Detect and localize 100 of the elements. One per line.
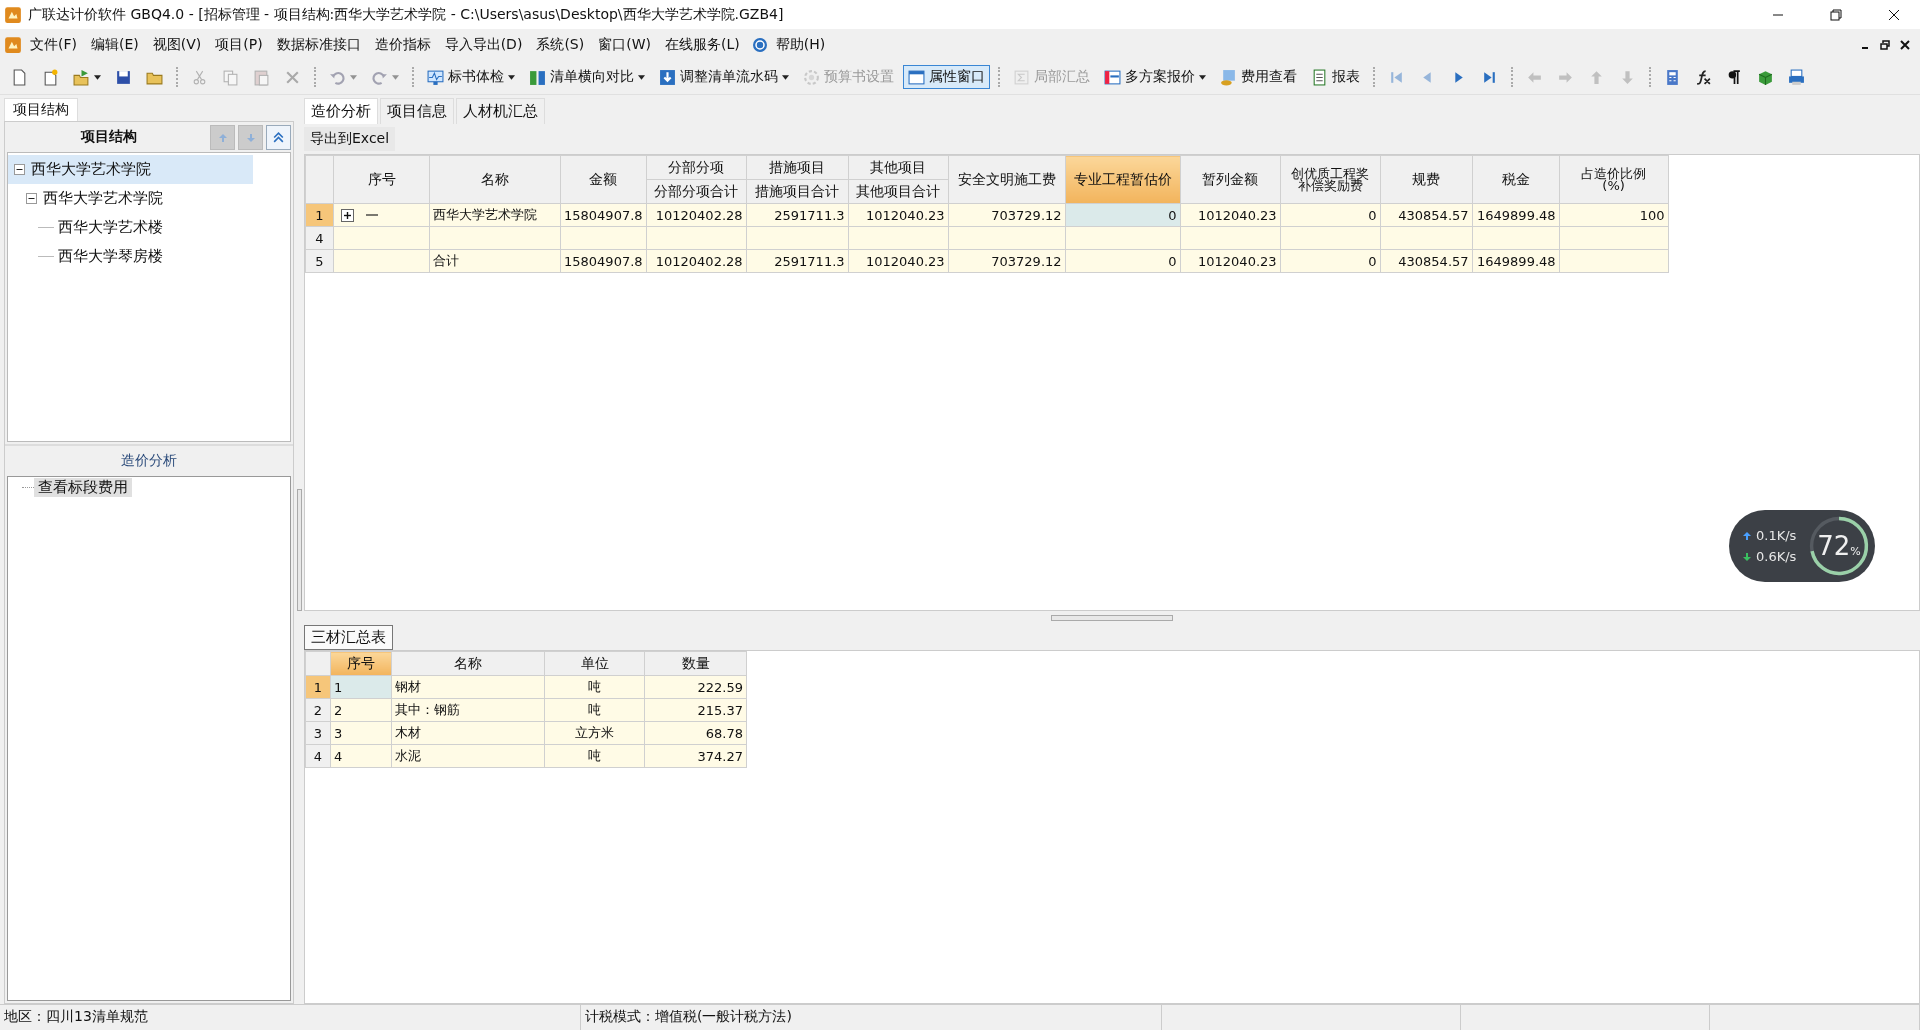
double-chevron-up-icon bbox=[272, 131, 285, 144]
menu-item[interactable]: 系统(S) bbox=[530, 35, 591, 54]
column-group-header: 措施项目 bbox=[746, 155, 849, 180]
column-header[interactable]: 占造价比例(%) bbox=[1559, 155, 1669, 204]
upload-arrow-icon bbox=[1743, 531, 1751, 540]
app-logo-icon bbox=[4, 5, 22, 24]
column-header[interactable]: 数量 bbox=[644, 651, 747, 676]
column-header[interactable]: 序号 bbox=[333, 155, 430, 204]
tree-item[interactable]: 西华大学琴房楼 bbox=[8, 242, 253, 271]
columns-icon bbox=[529, 68, 546, 86]
row-number[interactable]: 4 bbox=[305, 744, 331, 768]
menu-item[interactable]: 导入导出(D) bbox=[438, 35, 529, 54]
tree-item[interactable]: 西华大学艺术学院 bbox=[8, 155, 253, 184]
column-header[interactable]: 名称 bbox=[429, 155, 561, 204]
up-arrow-icon bbox=[217, 132, 228, 143]
open-folder-icon bbox=[73, 68, 90, 86]
column-header[interactable]: 措施项目合计 bbox=[746, 179, 849, 204]
table-cell: 木材 bbox=[391, 721, 545, 745]
toolbar-button[interactable]: 清单横向对比 bbox=[524, 65, 650, 89]
collapse-button[interactable] bbox=[266, 125, 291, 150]
restore-icon[interactable] bbox=[1830, 8, 1842, 21]
tab[interactable]: 人材机汇总 bbox=[456, 98, 545, 124]
function-icon bbox=[1695, 68, 1712, 86]
calculator-icon bbox=[1664, 68, 1681, 86]
tree-item[interactable]: 查看标段费用 bbox=[34, 478, 132, 497]
menu-item[interactable]: 造价指标 bbox=[368, 35, 437, 54]
column-header[interactable]: 序号 bbox=[330, 651, 392, 676]
menu-item[interactable]: 窗口(W) bbox=[592, 35, 657, 54]
tab[interactable]: 三材汇总表 bbox=[304, 625, 393, 650]
toolbar-button[interactable]: 费用查看 bbox=[1215, 65, 1302, 89]
download-icon bbox=[659, 68, 676, 86]
tree-item[interactable]: 西华大学艺术学院 bbox=[8, 184, 253, 213]
column-header[interactable]: 专业工程暂估价 bbox=[1065, 155, 1181, 204]
status-text: 计税模式：增值税(一般计税方法) bbox=[581, 1005, 1162, 1030]
report-icon bbox=[1311, 68, 1328, 86]
table-cell: 703729.12 bbox=[948, 249, 1066, 273]
upload-speed: 0.1K/s bbox=[1756, 528, 1797, 543]
panel-tab[interactable]: 项目结构 bbox=[4, 98, 78, 121]
menu-item[interactable]: 在线服务(L) bbox=[658, 35, 746, 54]
panel-title: 造价分析 bbox=[121, 452, 177, 470]
table-cell: 钢材 bbox=[391, 675, 545, 699]
menu-item[interactable]: 项目(P) bbox=[209, 35, 269, 54]
dropdown-caret-icon bbox=[508, 74, 515, 80]
panel-title: 项目结构 bbox=[81, 128, 137, 146]
column-header[interactable]: 安全文明施工费 bbox=[948, 155, 1066, 204]
close-icon[interactable] bbox=[1888, 8, 1900, 21]
menu-item[interactable]: 视图(V) bbox=[146, 35, 208, 54]
row-number[interactable]: 1 bbox=[305, 203, 334, 227]
row-number[interactable]: 5 bbox=[305, 249, 334, 273]
column-header[interactable]: 名称 bbox=[391, 651, 545, 676]
tab[interactable]: 项目信息 bbox=[380, 98, 454, 124]
dropdown-caret-icon bbox=[638, 74, 645, 80]
paragraph-icon bbox=[1726, 68, 1743, 86]
tab[interactable]: 造价分析 bbox=[304, 98, 378, 124]
printer-icon bbox=[1788, 68, 1805, 86]
toolbar-button[interactable]: 属性窗口 bbox=[903, 65, 990, 89]
column-header[interactable]: 创优质工程奖补偿奖励费 bbox=[1280, 155, 1381, 204]
collapse-toggle[interactable] bbox=[14, 164, 25, 175]
menu-item[interactable]: 编辑(E) bbox=[85, 35, 145, 54]
column-header[interactable]: 其他项目合计 bbox=[848, 179, 949, 204]
down-arrow-icon bbox=[245, 132, 256, 143]
new-page-icon bbox=[11, 68, 28, 86]
copy-icon bbox=[222, 68, 239, 86]
close-icon[interactable] bbox=[1900, 39, 1910, 50]
menu-item[interactable]: 文件(F) bbox=[24, 35, 83, 54]
column-header[interactable]: 税金 bbox=[1472, 155, 1560, 204]
collapse-toggle[interactable] bbox=[26, 193, 37, 204]
window-icon bbox=[1104, 68, 1121, 86]
column-header[interactable]: 单位 bbox=[544, 651, 645, 676]
row-number[interactable]: 4 bbox=[305, 226, 334, 250]
dropdown-caret-icon bbox=[350, 74, 357, 80]
dropdown-caret-icon bbox=[782, 74, 789, 80]
column-header[interactable]: 金额 bbox=[560, 155, 647, 204]
row-number[interactable]: 1 bbox=[305, 675, 331, 699]
column-header[interactable]: 规费 bbox=[1380, 155, 1473, 204]
expand-toggle[interactable] bbox=[341, 208, 354, 222]
app-logo-icon bbox=[4, 35, 22, 54]
toolbar-button[interactable]: 多方案报价 bbox=[1099, 65, 1211, 89]
table-cell: 0 bbox=[1065, 249, 1181, 273]
download-arrow-icon bbox=[1743, 552, 1751, 561]
cube-icon bbox=[1757, 68, 1774, 86]
export-excel-button[interactable]: 导出到Excel bbox=[304, 127, 396, 151]
save-icon bbox=[115, 68, 132, 86]
menu-item[interactable]: 数据标准接口 bbox=[270, 35, 367, 54]
toolbar-button[interactable]: 报表 bbox=[1306, 65, 1365, 89]
toolbar-button[interactable]: 标书体检 bbox=[422, 65, 520, 89]
dropdown-caret-icon bbox=[1199, 74, 1206, 80]
column-header[interactable]: 暂列金额 bbox=[1180, 155, 1281, 204]
column-header[interactable]: 分部分项合计 bbox=[646, 179, 747, 204]
row-number[interactable]: 3 bbox=[305, 721, 331, 745]
restore-icon[interactable] bbox=[1880, 39, 1890, 50]
tree-item[interactable]: 西华大学艺术楼 bbox=[8, 213, 253, 242]
gear-icon bbox=[803, 68, 820, 86]
sigma-icon bbox=[1013, 68, 1030, 86]
usage-ring-icon bbox=[1807, 514, 1871, 578]
menu-item[interactable]: 帮助(H) bbox=[769, 35, 832, 54]
column-group-header: 分部分项 bbox=[646, 155, 747, 180]
dropdown-caret-icon bbox=[392, 74, 399, 80]
toolbar-button[interactable]: 调整清单流水码 bbox=[654, 65, 794, 89]
row-number[interactable]: 2 bbox=[305, 698, 331, 722]
